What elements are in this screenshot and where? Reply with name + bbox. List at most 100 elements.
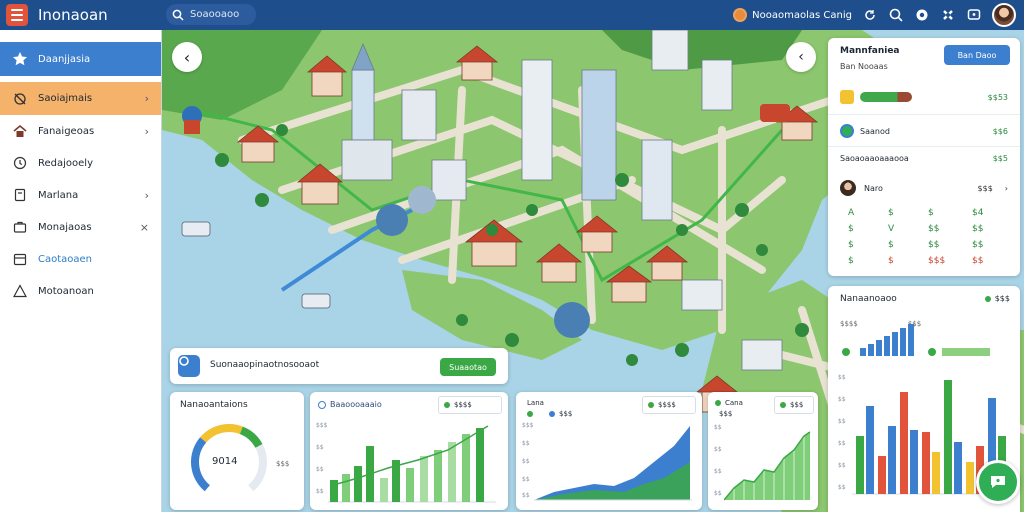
- info-grid-cell: $$: [928, 240, 940, 250]
- info-row-progress: $$53: [840, 90, 1008, 104]
- home-icon: [12, 123, 28, 139]
- area-card-blue: Lana $$$ $$$$ $$$ $$ $$ $$ $$: [516, 392, 702, 510]
- chevron-right-icon: ›: [144, 124, 149, 138]
- analytics-legend: $$$: [984, 294, 1010, 303]
- banner-text: Suonaaopinaotnosooaot: [210, 360, 320, 370]
- map-collapse-button[interactable]: ‹: [786, 42, 816, 72]
- info-row-value: $$53: [987, 92, 1008, 102]
- analytics-tick: $$: [838, 374, 846, 381]
- bars-tick: $$: [316, 466, 324, 473]
- calendar-icon: [12, 251, 28, 267]
- sidebar-item-management[interactable]: Monajaoas ×: [0, 211, 161, 243]
- notification-banner: Suonaaopinaotnosooaot Suaaotao: [170, 348, 508, 384]
- gauge-fill-segment: [239, 426, 263, 449]
- info-grid-cell: $$: [928, 224, 940, 234]
- area-green-tick: $$: [714, 468, 722, 475]
- area-blue-tick: $$: [522, 476, 530, 483]
- sidebar-item-monitor[interactable]: Motoanoan: [0, 275, 161, 307]
- gauge-fill-segment: [191, 437, 211, 492]
- area-blue-value: $$$$: [642, 396, 696, 414]
- map-back-button[interactable]: ‹: [172, 42, 202, 72]
- close-icon[interactable]: ×: [140, 221, 149, 234]
- analytics-tick: $$: [838, 418, 846, 425]
- area-green-tick: $$: [714, 424, 722, 431]
- alert-triangle-icon: [12, 283, 28, 299]
- area-blue-legend-b-value: $$$: [559, 410, 573, 418]
- search-input[interactable]: [190, 9, 250, 20]
- info-row-label: Naro: [864, 183, 883, 193]
- analytics-tick: $$: [838, 396, 846, 403]
- sidebar-item-contact[interactable]: Caotaoaen: [0, 243, 161, 275]
- search-box[interactable]: [166, 4, 256, 25]
- briefcase-icon: [12, 219, 28, 235]
- info-row-label: Saanod: [860, 126, 890, 136]
- info-row-value: $$6: [992, 126, 1008, 136]
- sidebar-item-properties[interactable]: Fanaigeoas ›: [0, 115, 161, 147]
- area-card-green: Cana $$$ $$$ $$ $$ $$ $$: [708, 392, 818, 510]
- banner-action-button[interactable]: Suaaotao: [440, 358, 496, 376]
- info-panel-title: Mannfaniea: [840, 46, 900, 56]
- area-blue-tick: $$$: [522, 422, 534, 429]
- area-green-chart: [724, 431, 811, 501]
- sidebar-item-label: Marlana: [38, 189, 79, 201]
- info-grid-cell: $$: [972, 240, 984, 250]
- progress-bar: [860, 92, 912, 102]
- gauge-title: Nanaoantaions: [180, 400, 248, 410]
- user-avatar[interactable]: [992, 3, 1016, 27]
- globe-icon: [840, 124, 854, 138]
- bars-tick: $$: [316, 488, 324, 495]
- messages-icon[interactable]: [966, 7, 982, 23]
- area-green-legend-b-value: $$$: [719, 410, 733, 418]
- info-row-owner: Naro $$$ ›: [840, 180, 1008, 196]
- info-row-value: $$$: [977, 183, 993, 193]
- gauge-side-label: $$$: [276, 460, 290, 468]
- location-pin-icon: [733, 8, 748, 22]
- sidebar: Daanjjasia Saoiajmais › Fanaigeoas › Red…: [0, 30, 162, 512]
- area-green-tick: $$: [714, 490, 722, 497]
- chat-button[interactable]: [976, 460, 1020, 504]
- analytics-mini-bars: [842, 324, 990, 356]
- chat-icon: [991, 476, 1005, 488]
- area-blue-tick: $$: [522, 458, 530, 465]
- info-grid-cell: $: [888, 256, 894, 266]
- location-selector[interactable]: Nooaomaolas Canig: [733, 8, 852, 22]
- owner-avatar: [840, 180, 856, 196]
- chevron-right-icon[interactable]: ›: [1005, 184, 1008, 193]
- info-panel-action-button[interactable]: Ban Daoo: [944, 45, 1010, 65]
- bars-tick: $$$: [316, 422, 328, 429]
- hamburger-menu-icon[interactable]: [6, 4, 28, 26]
- sidebar-item-label: Motoanoan: [38, 285, 94, 297]
- info-grid-cell: $: [928, 208, 934, 218]
- header-actions: Nooaomaolas Canig: [733, 3, 1016, 27]
- info-grid-cell: $: [848, 224, 854, 234]
- area-blue-tick: $$: [522, 492, 530, 499]
- sidebar-item-featured[interactable]: Daanjjasia: [0, 42, 161, 76]
- sidebar-item-reports[interactable]: Redajooely: [0, 147, 161, 179]
- area-blue-legend-a: Lana: [527, 399, 544, 407]
- sidebar-item-label: Daanjjasia: [38, 53, 91, 65]
- info-grid-cell: $: [848, 240, 854, 250]
- area-blue-chart: [534, 426, 692, 501]
- apps-icon[interactable]: [940, 7, 956, 23]
- area-blue-value-text: $$$$: [658, 401, 676, 409]
- sidebar-item-label: Caotaoaen: [38, 253, 93, 265]
- refresh-icon[interactable]: [862, 7, 878, 23]
- star-icon: [12, 51, 28, 67]
- info-grid-cell: $$$: [928, 256, 946, 266]
- info-row-label: Saoaoaaoaaaooa: [840, 154, 909, 163]
- sidebar-item-label: Monajaoas: [38, 221, 92, 233]
- search-globe-icon[interactable]: [888, 7, 904, 23]
- analytics-tick: $$: [838, 462, 846, 469]
- sidebar-item-market[interactable]: Marlana ›: [0, 179, 161, 211]
- sidebar-item-analytics[interactable]: Saoiajmais ›: [0, 82, 161, 115]
- info-grid-cell: $$: [972, 224, 984, 234]
- settings-icon[interactable]: [914, 7, 930, 23]
- info-icon: [318, 401, 326, 409]
- top-bar: Inonaoan Nooaomaolas Canig: [0, 0, 1024, 30]
- chevron-right-icon: ›: [144, 188, 149, 202]
- target-icon: [12, 91, 28, 107]
- info-grid-cell: $$: [972, 256, 984, 266]
- info-grid-cell: V: [888, 224, 895, 234]
- location-label: Nooaomaolas Canig: [752, 9, 852, 21]
- bars-title: Baaoooaaaio: [330, 400, 382, 409]
